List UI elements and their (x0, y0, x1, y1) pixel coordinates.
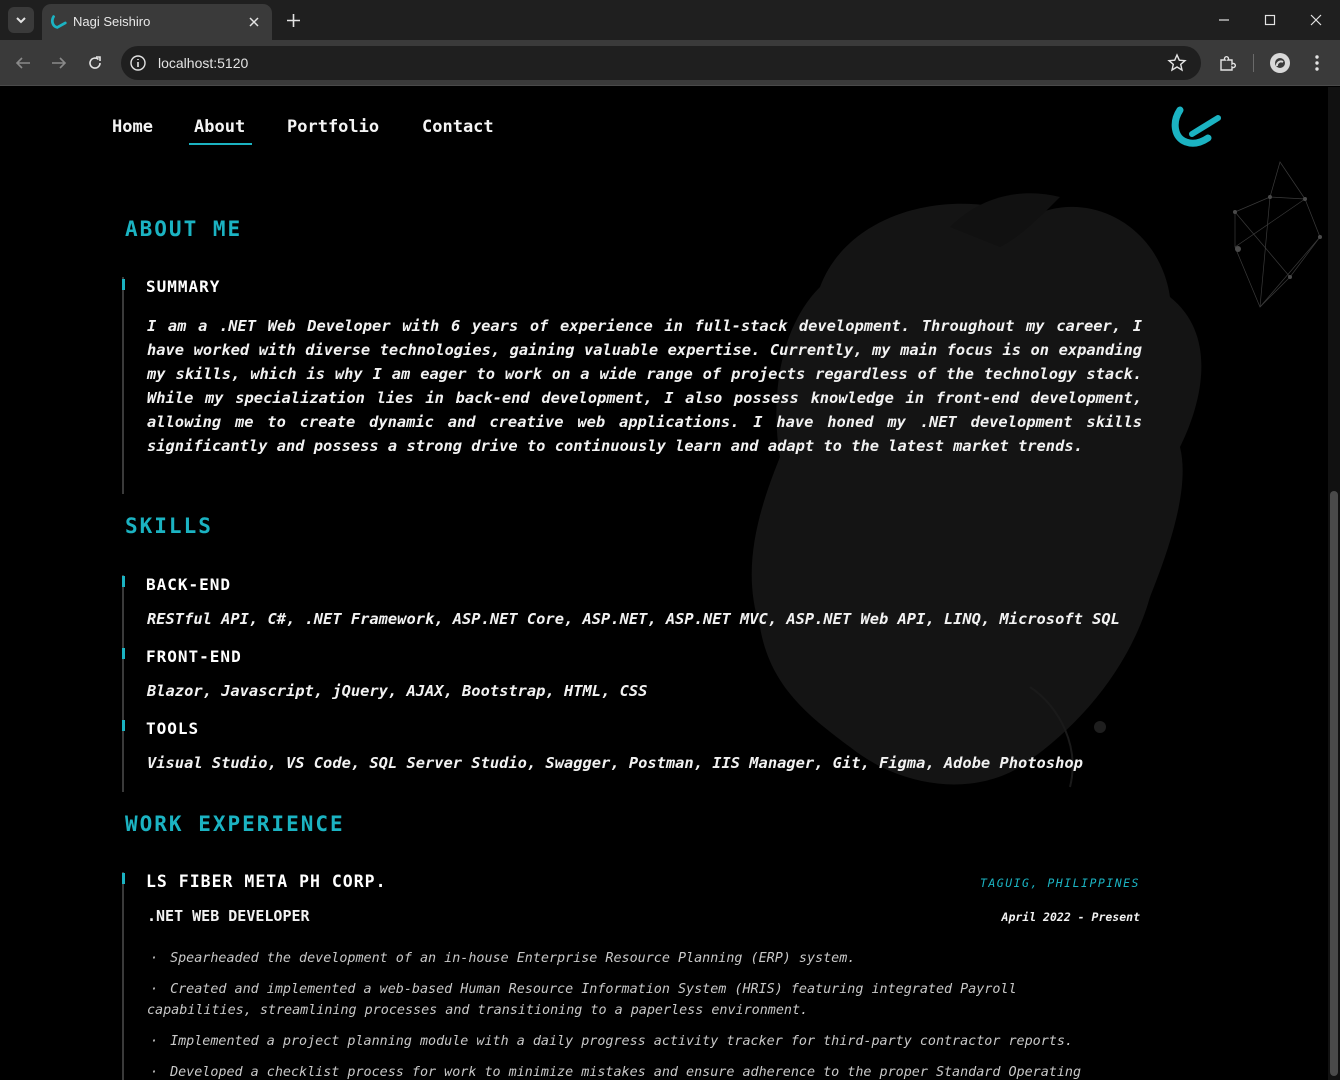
tab-search-button[interactable] (8, 7, 34, 33)
skills-block: BACK-END RESTful API, C#, .NET Framework… (122, 575, 1142, 792)
chevron-down-icon (16, 17, 26, 24)
nav-active-indicator (189, 143, 252, 145)
about-section-title: ABOUT ME (125, 217, 243, 241)
background-network-decoration (1233, 161, 1322, 308)
job-block: LS FIBER META PH CORP. TAGUIG, PHILIPPIN… (122, 872, 1142, 1080)
job-bullet: Created and implemented a web-based Huma… (147, 979, 1127, 1021)
summary-paragraph: I am a .NET Web Developer with 6 years o… (147, 317, 1142, 455)
scrollbar-thumb[interactable] (1330, 491, 1338, 1076)
site-info-icon[interactable] (129, 54, 147, 72)
accent-marker (122, 720, 125, 731)
new-tab-plus-icon[interactable] (282, 9, 304, 31)
nav-portfolio-link[interactable]: Portfolio (287, 117, 379, 137)
tab-title: Nagi Seishiro (73, 14, 151, 29)
job-date: April 2022 - Present (1001, 910, 1140, 924)
job-role: .NET WEB DEVELOPER (147, 907, 310, 925)
accent-marker (122, 873, 125, 884)
tab-close-icon[interactable] (244, 12, 264, 32)
site-logo-icon[interactable] (1170, 104, 1226, 150)
experience-section-title: WORK EXPERIENCE (125, 812, 345, 836)
page-viewport: Home About Portfolio Contact ABOUT ME SU… (0, 87, 1340, 1080)
frontend-skills-list: Blazor, Javascript, jQuery, AJAX, Bootst… (147, 682, 648, 700)
page-scrollbar[interactable] (1328, 87, 1340, 1080)
toolbar-divider (1253, 54, 1254, 72)
job-bullet: Spearheaded the development of an in-hou… (147, 948, 1127, 969)
browser-toolbar: localhost:5120 (0, 40, 1340, 86)
site-favicon-icon (51, 15, 67, 29)
address-bar[interactable]: localhost:5120 (121, 46, 1201, 80)
backend-skills-list: RESTful API, C#, .NET Framework, ASP.NET… (147, 610, 1120, 628)
job-bullet: Developed a checklist process for work t… (147, 1062, 1127, 1080)
nav-home-link[interactable]: Home (112, 117, 153, 137)
tools-list: Visual Studio, VS Code, SQL Server Studi… (147, 754, 1083, 772)
summary-heading: SUMMARY (146, 277, 221, 296)
job-bullet: Implemented a project planning module wi… (147, 1031, 1127, 1052)
browser-tab[interactable]: Nagi Seishiro (42, 4, 272, 40)
accent-marker (122, 648, 125, 659)
job-company: LS FIBER META PH CORP. (146, 872, 387, 891)
back-arrow-icon[interactable] (9, 49, 37, 77)
browser-tabstrip: Nagi Seishiro (0, 0, 1340, 40)
browser-menu-kebab-icon[interactable] (1305, 51, 1329, 75)
profile-avatar-icon[interactable] (1268, 51, 1292, 75)
job-location: TAGUIG, PHILIPPINES (979, 876, 1140, 890)
backend-heading: BACK-END (146, 575, 232, 594)
skills-section-title: SKILLS (125, 514, 213, 538)
address-url[interactable]: localhost:5120 (158, 55, 248, 71)
reload-icon[interactable] (81, 49, 109, 77)
nav-contact-link[interactable]: Contact (422, 117, 494, 137)
tools-heading: TOOLS (146, 719, 200, 738)
forward-arrow-icon[interactable] (45, 49, 73, 77)
accent-marker (122, 279, 125, 290)
bookmark-star-icon[interactable] (1167, 53, 1187, 73)
extensions-puzzle-icon[interactable] (1215, 51, 1239, 75)
maximize-icon[interactable] (1257, 8, 1283, 32)
accent-marker (122, 576, 125, 587)
frontend-heading: FRONT-END (146, 647, 242, 666)
minimize-icon[interactable] (1211, 8, 1237, 32)
nav-about-link[interactable]: About (194, 117, 245, 137)
summary-block: SUMMARY I am a .NET Web Developer with 6… (122, 277, 1142, 494)
close-window-icon[interactable] (1303, 8, 1329, 32)
